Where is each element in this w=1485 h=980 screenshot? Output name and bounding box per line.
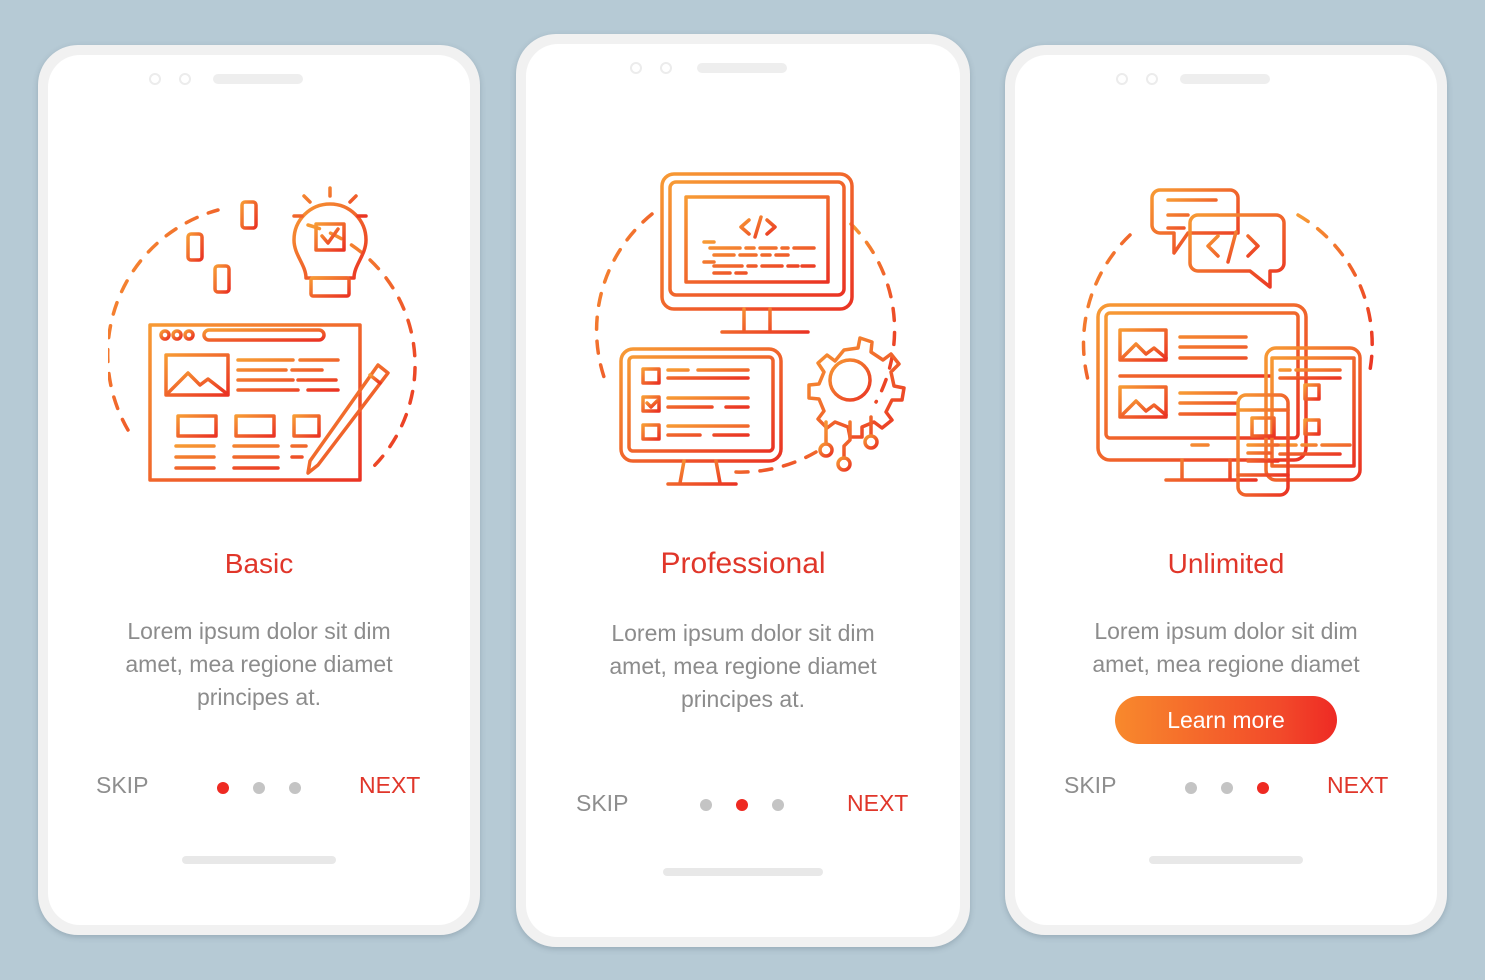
page-dot-1[interactable]: [1185, 782, 1197, 794]
phone-display: Basic Lorem ipsum dolor sit dim amet, me…: [48, 55, 470, 925]
front-camera: [630, 62, 642, 74]
phone-screen-professional: Professional Lorem ipsum dolor sit dim a…: [516, 34, 970, 947]
description-line: amet, mea regione diamet: [609, 653, 877, 679]
page-dot-1-active[interactable]: [217, 782, 229, 794]
sensor: [179, 73, 191, 85]
phone-display: Unlimited Lorem ipsum dolor sit dim amet…: [1015, 55, 1437, 925]
speaker-grille: [697, 63, 787, 73]
page-dot-3[interactable]: [772, 799, 784, 811]
next-button[interactable]: NEXT: [1327, 772, 1388, 799]
screen-description: Lorem ipsum dolor sit dim amet, mea regi…: [1015, 615, 1437, 681]
phone-screen-unlimited: Unlimited Lorem ipsum dolor sit dim amet…: [1005, 45, 1447, 935]
page-dot-3[interactable]: [289, 782, 301, 794]
screen-title: Basic: [224, 548, 294, 579]
home-indicator: [1149, 856, 1303, 864]
page-indicator: [217, 782, 301, 794]
page-dot-2[interactable]: [1221, 782, 1233, 794]
software-development-icon: [594, 172, 906, 486]
sensor: [1146, 73, 1158, 85]
description-line: amet, mea regione diamet: [1092, 651, 1360, 677]
page-dot-1[interactable]: [700, 799, 712, 811]
skip-button[interactable]: SKIP: [96, 772, 148, 799]
skip-button[interactable]: SKIP: [576, 790, 628, 817]
page-indicator: [1185, 782, 1269, 794]
description-line: Lorem ipsum dolor sit dim: [1094, 618, 1358, 644]
front-camera: [1116, 73, 1128, 85]
phone-screen-basic: Basic Lorem ipsum dolor sit dim amet, me…: [38, 45, 480, 935]
responsive-web-icon: [1081, 188, 1374, 497]
description-line: Lorem ipsum dolor sit dim: [127, 618, 391, 644]
skip-button[interactable]: SKIP: [1064, 772, 1116, 799]
home-indicator: [663, 868, 823, 876]
screen-description: Lorem ipsum dolor sit dim amet, mea regi…: [48, 615, 470, 714]
page-dot-3-active[interactable]: [1257, 782, 1269, 794]
page-dot-2-active[interactable]: [736, 799, 748, 811]
description-line: principes at.: [680, 686, 805, 712]
front-camera: [149, 73, 161, 85]
sensor: [660, 62, 672, 74]
next-button[interactable]: NEXT: [847, 790, 908, 817]
page-indicator: [700, 799, 784, 811]
speaker-grille: [1180, 74, 1270, 84]
description-line: amet, mea regione diamet: [125, 651, 393, 677]
screen-title: Professional: [660, 547, 826, 580]
web-design-icon: [108, 186, 417, 482]
phone-display: Professional Lorem ipsum dolor sit dim a…: [526, 44, 960, 937]
screen-description: Lorem ipsum dolor sit dim amet, mea regi…: [526, 617, 960, 716]
speaker-grille: [213, 74, 303, 84]
description-line: Lorem ipsum dolor sit dim: [611, 620, 875, 646]
learn-more-button[interactable]: Learn more: [1115, 696, 1337, 744]
home-indicator: [182, 856, 336, 864]
description-line: principes at.: [196, 684, 321, 710]
page-dot-2[interactable]: [253, 782, 265, 794]
next-button[interactable]: NEXT: [359, 772, 420, 799]
screen-title: Unlimited: [1167, 548, 1285, 579]
